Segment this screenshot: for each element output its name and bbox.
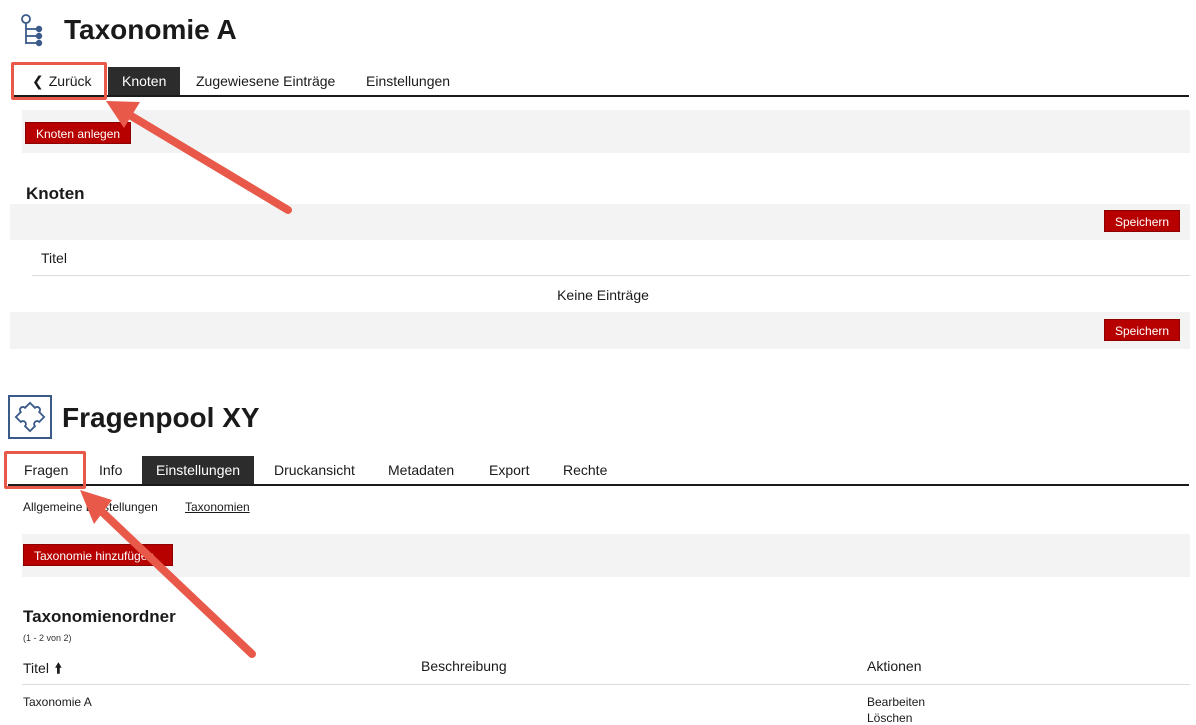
table-cell-title[interactable]: Taxonomie A (23, 695, 92, 709)
save-button-bottom[interactable]: Speichern (1104, 319, 1181, 341)
column-header-beschreibung[interactable]: Beschreibung (421, 658, 507, 674)
tab-metadaten[interactable]: Metadaten (374, 456, 468, 484)
create-node-button[interactable]: Knoten anlegen (25, 122, 132, 144)
tab-bar: ❮ Zurück Knoten Zugewiesene Einträge Eins… (14, 67, 1189, 97)
nodes-heading: Knoten (26, 184, 85, 203)
add-taxonomy-button[interactable]: Taxonomie hinzufügen (23, 544, 173, 566)
tab-info[interactable]: Info (85, 456, 136, 484)
tab-rechte[interactable]: Rechte (549, 456, 621, 484)
highlight-box-back (11, 62, 107, 100)
tab-zugewiesene-eintraege[interactable]: Zugewiesene Einträge (182, 67, 349, 95)
item-count: (1 - 2 von 2) (23, 633, 72, 643)
taxonomy-tree-icon (20, 14, 48, 48)
tab-einstellungen[interactable]: Einstellungen (142, 456, 255, 484)
annotation-arrows (80, 101, 292, 658)
tab-knoten[interactable]: Knoten (108, 67, 181, 95)
tab-druckansicht[interactable]: Druckansicht (260, 456, 369, 484)
table-toolbar-bottom: Speichern (10, 312, 1190, 349)
column-header-aktionen: Aktionen (867, 658, 922, 674)
taxonomy-folder-heading: Taxonomienordner (23, 607, 176, 626)
table-toolbar-top: Speichern (10, 204, 1190, 240)
column-header-titel-label: Titel (23, 660, 49, 676)
puzzle-icon (8, 395, 52, 439)
subtab-taxonomien[interactable]: Taxonomien (185, 500, 250, 514)
action-bearbeiten-link[interactable]: Bearbeiten (867, 695, 925, 709)
toolbar: Knoten anlegen (22, 110, 1190, 153)
column-header-titel[interactable]: Titel (41, 250, 67, 266)
toolbar: Taxonomie hinzufügen (22, 534, 1190, 577)
empty-message: Keine Einträge (557, 287, 649, 303)
arrow-up-sort-icon: 🠙 (54, 660, 62, 676)
divider (32, 275, 1190, 276)
column-header-titel[interactable]: Titel 🠙 (23, 658, 62, 682)
highlight-box-fragen (4, 451, 86, 489)
tab-export[interactable]: Export (475, 456, 543, 484)
page-title: Fragenpool XY (62, 402, 260, 433)
action-loeschen-link[interactable]: Löschen (867, 711, 912, 725)
page-title: Taxonomie A (64, 14, 237, 45)
subtab-allgemeine-einstellungen[interactable]: Allgemeine Einstellungen (23, 500, 158, 514)
save-button-top[interactable]: Speichern (1104, 210, 1181, 232)
tab-einstellungen[interactable]: Einstellungen (352, 67, 464, 95)
divider (22, 684, 1190, 685)
tab-bar: Fragen Info Einstellungen Druckansicht M… (8, 456, 1189, 486)
